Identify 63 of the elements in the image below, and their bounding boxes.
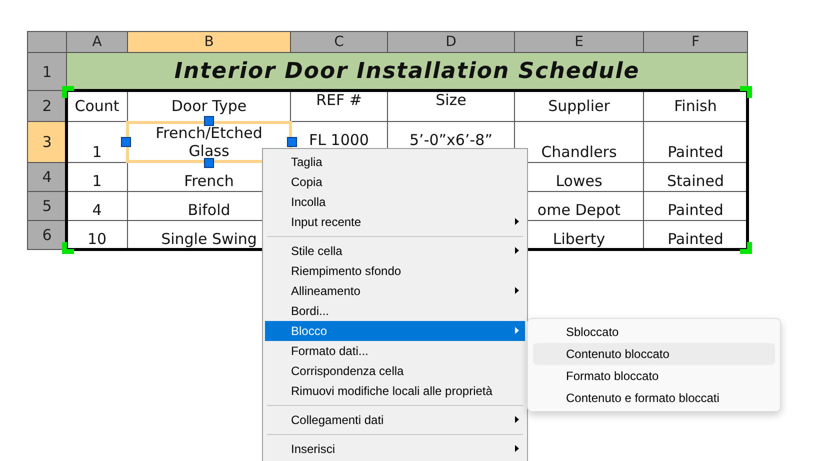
table-cell: Door Type <box>171 96 247 116</box>
column-header[interactable]: F <box>644 32 747 52</box>
table-cell: 1 <box>92 172 102 191</box>
table-cell: Finish <box>674 96 717 116</box>
table-cell: ome Depot <box>537 201 621 220</box>
menu-item[interactable]: Taglia <box>265 152 525 172</box>
menu-item[interactable]: Contenuto bloccato <box>533 343 775 365</box>
row-header[interactable]: 1 <box>28 53 66 90</box>
corner-grip-icon[interactable] <box>62 242 74 254</box>
table-cell: Single Swing <box>161 230 257 249</box>
table-cell: Supplier <box>548 96 610 116</box>
menu-item[interactable]: Inserisci <box>265 439 525 459</box>
table-cell: Liberty <box>552 230 606 249</box>
table-cell: French <box>184 172 234 191</box>
selection-handle[interactable] <box>204 116 214 126</box>
corner-grip-icon[interactable] <box>740 86 752 98</box>
menu-item[interactable]: Formato bloccato <box>533 365 775 387</box>
column-header[interactable]: A <box>67 32 127 52</box>
corner-grip-icon[interactable] <box>740 242 752 254</box>
column-header[interactable]: C <box>291 32 387 52</box>
table-title: Interior Door Installation Schedule <box>67 53 747 90</box>
table-cell-text: French/Etched Glass <box>154 124 264 160</box>
table-cell: 5’-0”x6’-8” <box>410 131 492 150</box>
table-cell: Size <box>436 90 466 110</box>
table-cell: Lowes <box>556 172 602 191</box>
table-cell: Count <box>74 96 120 116</box>
menu-item[interactable]: Formato dati... <box>265 341 525 361</box>
menu-item[interactable]: Sbloccato <box>533 321 775 343</box>
row-header[interactable]: 6 <box>28 221 66 249</box>
selection-handle[interactable] <box>121 137 131 147</box>
menu-item[interactable]: Incolla <box>265 192 525 212</box>
menu-item[interactable]: Rimuovi modifiche locali alle proprietà <box>265 381 525 401</box>
column-header[interactable]: D <box>388 32 514 52</box>
menu-item[interactable]: Collegamenti dati <box>265 410 525 430</box>
menu-item[interactable]: Corrispondenza cella <box>265 361 525 381</box>
row-header[interactable]: 4 <box>28 163 66 191</box>
menu-item[interactable]: Riempimento sfondo <box>265 261 525 281</box>
table-cell: Painted <box>668 230 724 249</box>
selection-handle[interactable] <box>287 137 297 147</box>
selection-handle[interactable] <box>204 158 214 168</box>
table-cell: Painted <box>668 201 724 220</box>
column-header[interactable]: E <box>515 32 643 52</box>
table-cell: Stained <box>666 172 724 191</box>
row-header[interactable]: 2 <box>28 91 66 121</box>
table-cell: Bifold <box>188 201 230 220</box>
table-cell: 4 <box>92 201 102 220</box>
menu-item[interactable]: Blocco <box>265 321 525 341</box>
table-cell: FL 1000 <box>309 131 369 150</box>
menu-item[interactable]: Copia <box>265 172 525 192</box>
table-cell: REF # <box>316 90 362 110</box>
row-header[interactable]: 3 <box>28 122 66 162</box>
column-header[interactable]: B <box>128 32 290 52</box>
menu-item[interactable]: Allineamento <box>265 281 525 301</box>
row-header[interactable]: 5 <box>28 192 66 220</box>
menu-item[interactable]: Bordi... <box>265 301 525 321</box>
table-cell: Painted <box>668 143 724 162</box>
corner-grip-icon[interactable] <box>62 86 74 98</box>
table-cell: 10 <box>87 230 107 249</box>
menu-item[interactable]: Contenuto e formato bloccati <box>533 387 775 409</box>
menu-item[interactable]: Input recente <box>265 212 525 232</box>
menu-item[interactable]: Stile cella <box>265 241 525 261</box>
table-cell: Chandlers <box>541 143 617 162</box>
table-cell: 1 <box>92 143 102 162</box>
